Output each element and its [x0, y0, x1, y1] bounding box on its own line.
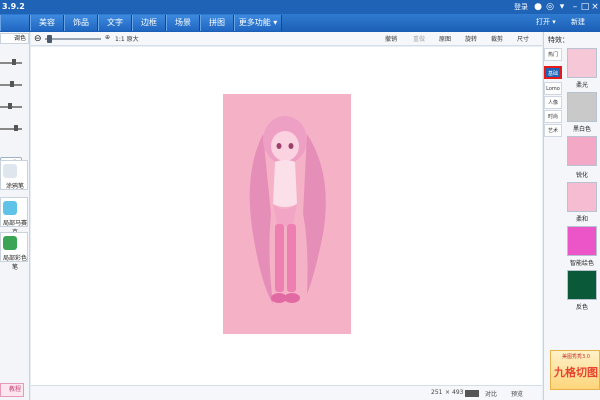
effects-panel: 特效： 热门 基础 Lomo 人像 时尚 艺术 柔光 黑白色 锐化 柔和 智能绘… — [543, 32, 600, 400]
category-lomo[interactable]: Lomo — [544, 82, 562, 95]
tab-frame[interactable]: 边框 — [132, 15, 166, 31]
image-height: 493 — [452, 389, 464, 396]
size-separator: × — [445, 389, 451, 396]
close-icon[interactable]: × — [590, 2, 600, 12]
redo-button[interactable]: 重做 — [413, 34, 425, 43]
login-link[interactable]: 登录 — [514, 2, 528, 12]
tab-text[interactable]: 文字 — [98, 15, 132, 31]
canvas-toolbar: ⊖ ⊕ 1:1 原大 撤销 重做 原图 旋转 裁剪 尺寸 — [31, 32, 542, 46]
original-button[interactable]: 原图 — [439, 34, 451, 43]
effect-thumb-invert[interactable] — [567, 270, 597, 300]
status-bar: 251 × 493 对比 预览 — [31, 385, 542, 400]
effect-label: 智能绘色 — [569, 260, 594, 267]
tab-collage[interactable]: 拼图 — [200, 15, 234, 31]
slider-4[interactable] — [0, 128, 22, 130]
tool-color-pen[interactable]: 局部彩色笔 — [0, 232, 28, 271]
tab-adjust[interactable]: 调色 — [0, 33, 29, 44]
minimize-icon[interactable]: – — [570, 2, 580, 12]
zoom-slider[interactable] — [45, 38, 101, 40]
nav-tab-home[interactable] — [0, 15, 30, 31]
zoom-icon[interactable]: ⊖ — [34, 34, 42, 44]
slider-1[interactable] — [0, 62, 22, 64]
category-fashion[interactable]: 时尚 — [544, 110, 562, 123]
zoom-slider-handle[interactable] — [47, 35, 52, 43]
promo-subtitle: 美图秀秀3.0 — [562, 354, 590, 360]
promo-title: 九格切图 — [554, 366, 598, 379]
tab-accessories[interactable]: 饰品 — [64, 15, 98, 31]
crop-button[interactable]: 裁剪 — [491, 34, 503, 43]
left-panel: 调色 化 涂鸦笔 局部马赛克 局部彩色笔 教程 — [0, 32, 30, 400]
effect-thumb-sharpen[interactable] — [567, 136, 597, 166]
eraser-icon — [3, 164, 17, 178]
effect-label: 柔和 — [575, 216, 588, 223]
tab-more[interactable]: 更多功能 ▾ — [234, 15, 282, 31]
effect-label: 黑白色 — [572, 126, 591, 133]
canvas-area — [31, 47, 542, 385]
undo-button[interactable]: 撤销 — [385, 34, 397, 43]
new-button[interactable]: 新建 — [571, 17, 585, 27]
compare-button[interactable]: 对比 — [485, 389, 497, 398]
edited-photo[interactable] — [223, 94, 351, 334]
zoom-in-icon[interactable]: ⊕ — [105, 34, 110, 41]
tool-label: 涂鸦笔 — [5, 183, 24, 190]
slider-2-handle[interactable] — [10, 81, 14, 87]
user-icon[interactable]: ● — [533, 2, 543, 12]
slider-3-handle[interactable] — [8, 103, 12, 109]
resize-button[interactable]: 尺寸 — [517, 34, 529, 43]
effects-title: 特效： — [548, 36, 569, 44]
anime-girl-illustration — [249, 116, 326, 304]
image-width: 251 — [431, 389, 443, 396]
effect-thumb-soft-light[interactable] — [567, 48, 597, 78]
title-bar: 3.9.2 登录 ● ◎ ▾ – □ × — [0, 0, 600, 14]
menu-icon[interactable]: ▾ — [557, 2, 567, 12]
effect-thumb-soften[interactable] — [567, 182, 597, 212]
tutorial-button[interactable]: 教程 — [0, 383, 24, 397]
category-portrait[interactable]: 人像 — [544, 96, 562, 109]
mosaic-icon — [3, 201, 17, 215]
rotate-button[interactable]: 旋转 — [465, 34, 477, 43]
preview-button[interactable]: 预览 — [511, 389, 523, 398]
color-pen-icon — [3, 236, 17, 250]
effect-thumb-black-white[interactable] — [567, 92, 597, 122]
tab-beauty[interactable]: 美容 — [30, 15, 64, 31]
promo-banner[interactable]: 美图秀秀3.0 九格切图 — [550, 350, 600, 390]
tab-scene[interactable]: 场景 — [166, 15, 200, 31]
fit-icon[interactable] — [465, 390, 479, 397]
top-nav: 美容 饰品 文字 边框 场景 拼图 更多功能 ▾ 打开 ▾ 新建 — [0, 14, 600, 32]
slider-4-handle[interactable] — [14, 125, 18, 131]
tool-brush[interactable]: 涂鸦笔 — [0, 160, 28, 190]
effect-label: 反色 — [575, 304, 588, 311]
tool-label: 局部彩色笔 — [2, 255, 27, 271]
effect-thumb-smart-color[interactable] — [567, 226, 597, 256]
category-basic[interactable]: 基础 — [544, 66, 562, 79]
app-version: 3.9.2 — [2, 2, 25, 11]
slider-1-handle[interactable] — [12, 59, 16, 65]
category-hot[interactable]: 热门 — [544, 48, 562, 61]
open-button[interactable]: 打开 ▾ — [536, 17, 556, 27]
effect-label: 锐化 — [575, 172, 588, 179]
sync-icon[interactable]: ◎ — [545, 2, 555, 12]
maximize-icon[interactable]: □ — [580, 2, 590, 12]
category-art[interactable]: 艺术 — [544, 124, 562, 137]
actual-size-button[interactable]: 1:1 原大 — [115, 34, 139, 43]
effect-label: 柔光 — [575, 82, 588, 89]
tool-mosaic[interactable]: 局部马赛克 — [0, 197, 28, 236]
